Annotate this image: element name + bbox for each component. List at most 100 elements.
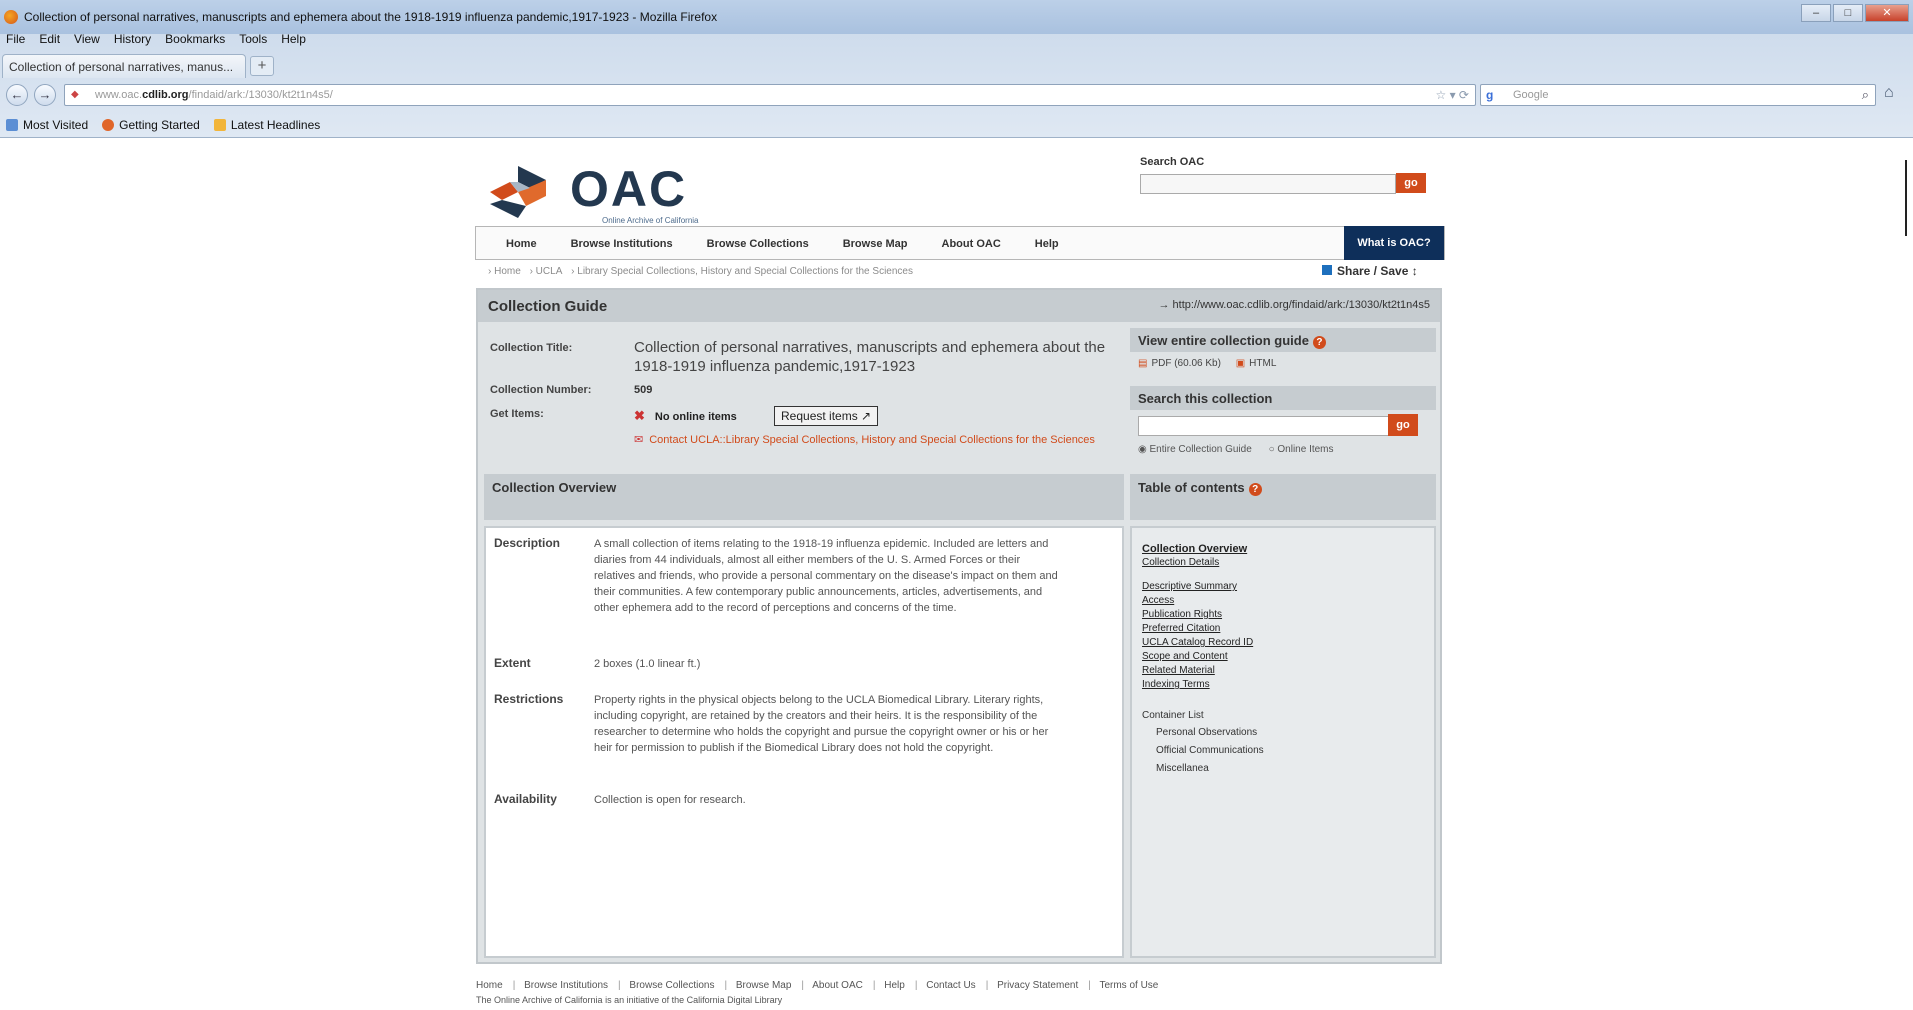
nav-browse-collections[interactable]: Browse Collections (707, 238, 809, 250)
contact-text: Contact UCLA::Library Special Collection… (649, 434, 1095, 446)
bookmarks-toolbar: Most Visited Getting Started Latest Head… (0, 114, 320, 136)
bookmark-latest-headlines[interactable]: Latest Headlines (213, 118, 320, 132)
logo-subtitle: Online Archive of California (602, 216, 699, 225)
view-collection-guide-panel: View entire collection guide? ▤ PDF (60.0… (1130, 328, 1436, 384)
nav-help[interactable]: Help (1035, 238, 1059, 250)
pdf-link[interactable]: PDF (60.06 Kb) (1151, 358, 1220, 369)
menu-file[interactable]: File (6, 32, 25, 50)
new-tab-button[interactable]: + (250, 56, 274, 76)
toc-container-item[interactable]: Miscellanea (1142, 760, 1424, 778)
permalink[interactable]: → http://www.oac.cdlib.org/findaid/ark:/… (1159, 299, 1431, 311)
search-collection-panel: Search this collection go ◉ Entire Colle… (1130, 386, 1436, 472)
search-icon[interactable]: ⌕ (1862, 87, 1869, 103)
footer-link-terms[interactable]: Terms of Use (1099, 980, 1158, 991)
menu-tools[interactable]: Tools (239, 32, 267, 50)
footer-link-help[interactable]: Help (884, 980, 905, 991)
bookmark-star-reload-icons[interactable]: ☆ ▾ ⟳ (1435, 88, 1469, 102)
collection-guide-header: Collection Guide → http://www.oac.cdlib.… (478, 290, 1440, 322)
url-prefix: www.oac. (95, 89, 143, 101)
forward-button[interactable]: → (34, 84, 56, 106)
toc-link-scope-content[interactable]: Scope and Content (1142, 650, 1424, 664)
collection-overview-content: Description A small collection of items … (484, 526, 1124, 958)
collection-search-go-button[interactable]: go (1388, 414, 1418, 436)
html-link[interactable]: HTML (1249, 358, 1276, 369)
share-label: Share / Save ↕ (1337, 264, 1418, 278)
toc-link-access[interactable]: Access (1142, 594, 1424, 608)
web-search-box[interactable]: g Google ⌕ (1480, 84, 1876, 106)
nav-about-oac[interactable]: About OAC (942, 238, 1001, 250)
maximize-button[interactable]: □ (1833, 4, 1863, 22)
toc-header: Table of contents? (1130, 474, 1436, 520)
toc-link-indexing-terms[interactable]: Indexing Terms (1142, 678, 1424, 692)
menu-edit[interactable]: Edit (39, 32, 60, 50)
contact-link[interactable]: ✉ Contact UCLA::Library Special Collectio… (634, 432, 1114, 462)
footer-link-browse-institutions[interactable]: Browse Institutions (524, 980, 608, 991)
radio-online-items[interactable]: ○ Online Items (1269, 444, 1334, 455)
address-bar[interactable]: ◆ www.oac.cdlib.org/findaid/ark:/13030/k… (64, 84, 1476, 106)
breadcrumb: › Home › UCLA › Library Special Collecti… (488, 266, 919, 277)
toc-link-descriptive-summary[interactable]: Descriptive Summary (1142, 580, 1424, 594)
site-favicon-icon: ◆ (71, 89, 79, 100)
collection-title: Collection of personal narratives, manus… (634, 339, 1106, 375)
nav-browse-institutions[interactable]: Browse Institutions (571, 238, 673, 250)
toc-container-item[interactable]: Personal Observations (1142, 724, 1424, 742)
view-guide-heading: View entire collection guide? (1130, 328, 1436, 352)
forward-arrow-icon: → (38, 87, 52, 102)
no-online-items: ✖ No online items (634, 408, 737, 424)
menu-view[interactable]: View (74, 32, 100, 50)
contact-icon: ✉ (634, 434, 644, 446)
footer-link-contact-us[interactable]: Contact Us (926, 980, 975, 991)
back-button[interactable]: ← (6, 84, 28, 106)
breadcrumb-ucla[interactable]: › UCLA (530, 266, 563, 277)
site-search-input[interactable] (1140, 174, 1396, 194)
toc-link-publication-rights[interactable]: Publication Rights (1142, 608, 1424, 622)
most-visited-icon (6, 119, 18, 131)
search-scope-radios: ◉ Entire Collection Guide ○ Online Items (1138, 444, 1348, 455)
menu-history[interactable]: History (114, 32, 151, 50)
toc-link-preferred-citation[interactable]: Preferred Citation (1142, 622, 1424, 636)
collection-title-label: Collection Title: (490, 342, 573, 354)
bookmark-getting-started[interactable]: Getting Started (102, 118, 200, 132)
extent-label: Extent (494, 656, 531, 670)
web-search-placeholder: Google (1513, 89, 1549, 101)
minimize-button[interactable]: – (1801, 4, 1831, 22)
what-is-oac-button[interactable]: What is OAC? (1344, 226, 1444, 260)
tab-active[interactable]: Collection of personal narratives, manus… (2, 54, 246, 78)
no-online-text: No online items (654, 411, 737, 423)
toc-link-catalog-record[interactable]: UCLA Catalog Record ID (1142, 636, 1424, 650)
nav-home[interactable]: Home (506, 238, 537, 250)
menu-bookmarks[interactable]: Bookmarks (165, 32, 225, 50)
bookmark-most-visited[interactable]: Most Visited (6, 118, 88, 132)
request-items-button[interactable]: Request items ↗ (774, 406, 879, 426)
html-icon: ▣ (1235, 358, 1246, 369)
home-icon[interactable]: ⌂ (1884, 84, 1894, 102)
footer-tagline: The Online Archive of California is an i… (476, 995, 783, 1005)
firefox-icon (102, 119, 115, 131)
footer-link-home[interactable]: Home (476, 980, 503, 991)
footer-link-about-oac[interactable]: About OAC (812, 980, 863, 991)
radio-entire-guide[interactable]: ◉ Entire Collection Guide (1138, 444, 1252, 455)
window-title: Collection of personal narratives, manus… (24, 10, 718, 24)
nav-browse-map[interactable]: Browse Map (843, 238, 908, 250)
close-button[interactable]: ✕ (1865, 4, 1909, 22)
rss-feed-icon (213, 119, 226, 131)
footer-link-browse-collections[interactable]: Browse Collections (629, 980, 714, 991)
breadcrumb-library[interactable]: › Library Special Collections, History a… (571, 266, 913, 277)
browser-chrome: Collection of personal narratives, manus… (0, 0, 1913, 138)
collection-search-input[interactable] (1138, 416, 1390, 436)
help-icon[interactable]: ? (1312, 336, 1326, 349)
x-mark-icon: ✖ (634, 408, 645, 423)
toc-link-collection-details[interactable]: Collection Details (1142, 556, 1424, 570)
toc-container-list[interactable]: Container List (1142, 708, 1424, 724)
site-search-go-button[interactable]: go (1396, 173, 1426, 193)
footer-link-privacy[interactable]: Privacy Statement (997, 980, 1078, 991)
help-icon[interactable]: ? (1248, 483, 1262, 496)
footer-link-browse-map[interactable]: Browse Map (736, 980, 792, 991)
menu-help[interactable]: Help (281, 32, 306, 50)
breadcrumb-home[interactable]: › Home (488, 266, 521, 277)
toc-link-related-material[interactable]: Related Material (1142, 664, 1424, 678)
toc-link-collection-overview[interactable]: Collection Overview (1142, 542, 1424, 556)
toc-container-item[interactable]: Official Communications (1142, 742, 1424, 760)
oac-logo[interactable]: OAC Online Archive of California (490, 158, 699, 228)
share-save-button[interactable]: Share / Save ↕ (1322, 264, 1418, 278)
